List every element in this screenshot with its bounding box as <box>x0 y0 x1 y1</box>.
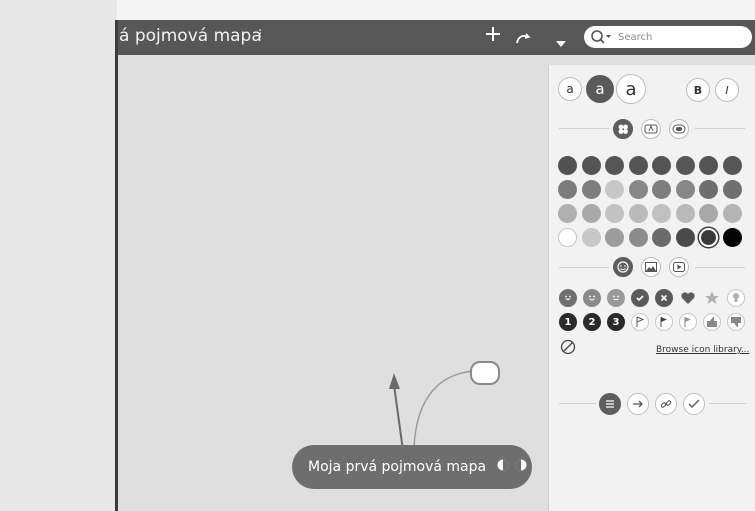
font-size-large-button[interactable]: a <box>616 74 646 104</box>
color-swatch[interactable] <box>558 156 577 175</box>
notes-tab-icon[interactable] <box>599 393 621 415</box>
half-circle-icon <box>515 445 527 489</box>
color-swatch[interactable] <box>675 156 695 175</box>
color-swatch[interactable] <box>675 180 695 199</box>
search-box[interactable] <box>584 26 752 48</box>
number-3-icon[interactable]: 3 <box>607 313 625 331</box>
color-swatch[interactable] <box>581 204 601 223</box>
arrow-head-icon <box>389 373 400 389</box>
search-input[interactable] <box>618 29 743 45</box>
connections <box>389 370 475 466</box>
root-node-label: Moja prvá pojmová mapa <box>308 459 487 475</box>
flag-outline-icon[interactable] <box>631 313 649 331</box>
color-swatch[interactable] <box>675 228 695 247</box>
bold-button[interactable]: B <box>686 78 710 102</box>
divider <box>559 128 609 129</box>
half-circle-icon <box>497 445 509 489</box>
color-swatch[interactable] <box>605 180 624 199</box>
color-swatch[interactable] <box>652 156 671 175</box>
format-panel: a a a B I 1 2 3 Browse icon library... <box>548 65 755 511</box>
color-swatch[interactable] <box>558 228 577 247</box>
video-tab-icon[interactable] <box>669 257 689 277</box>
number-1-icon[interactable]: 1 <box>559 313 577 331</box>
divider <box>559 403 596 404</box>
color-swatch[interactable] <box>652 204 671 223</box>
link-tab-icon[interactable] <box>655 393 677 415</box>
page-left-margin <box>0 0 117 511</box>
color-swatch[interactable] <box>628 156 648 175</box>
divider <box>695 267 745 268</box>
emoji-tab-icon[interactable] <box>613 257 633 277</box>
check-circle-icon[interactable] <box>631 289 649 307</box>
color-swatch[interactable] <box>675 204 695 223</box>
x-circle-icon[interactable] <box>655 289 673 307</box>
color-swatch[interactable] <box>628 228 648 247</box>
mindmap-app: á pojmová mapa ⁝ Moja prvá pojmová mapa <box>117 20 755 511</box>
map-canvas[interactable] <box>117 55 545 511</box>
add-icon[interactable] <box>484 24 502 48</box>
bulb-icon[interactable] <box>727 289 745 307</box>
root-node[interactable]: Moja prvá pojmová mapa <box>292 445 532 489</box>
star-icon[interactable] <box>703 289 721 307</box>
flag-icon[interactable] <box>655 313 673 331</box>
no-icon-icon[interactable] <box>559 338 577 356</box>
font-size-medium-button[interactable]: a <box>586 75 614 103</box>
color-swatch[interactable] <box>581 156 601 175</box>
color-swatch[interactable] <box>699 228 718 247</box>
color-swatch[interactable] <box>699 156 718 175</box>
color-swatch[interactable] <box>722 204 742 223</box>
color-swatch[interactable] <box>722 156 742 175</box>
top-toolbar: á pojmová mapa ⁝ <box>117 20 755 55</box>
color-swatch[interactable] <box>652 228 671 247</box>
color-swatch[interactable] <box>722 228 742 247</box>
color-swatch[interactable] <box>652 180 671 199</box>
app-left-border <box>115 20 118 511</box>
color-swatch[interactable] <box>699 204 718 223</box>
divider <box>695 128 745 129</box>
divider <box>709 403 746 404</box>
heart-icon[interactable] <box>679 289 697 307</box>
colors-tab-icon[interactable] <box>613 119 633 139</box>
color-swatch[interactable] <box>605 228 624 247</box>
italic-button[interactable]: I <box>715 78 739 102</box>
color-swatch[interactable] <box>605 156 624 175</box>
smile-icon[interactable] <box>583 289 601 307</box>
child-node[interactable] <box>470 361 500 385</box>
image-tab-icon[interactable] <box>641 257 661 277</box>
arrow-tab-icon[interactable] <box>627 393 649 415</box>
color-swatch[interactable] <box>628 180 648 199</box>
neutral-face-icon[interactable] <box>607 289 625 307</box>
map-title[interactable]: á pojmová mapa <box>119 26 262 46</box>
search-icon <box>590 28 611 46</box>
color-swatch[interactable] <box>605 204 624 223</box>
thumbs-up-icon[interactable] <box>703 313 721 331</box>
color-swatch[interactable] <box>558 180 577 199</box>
font-size-small-button[interactable]: a <box>558 77 582 101</box>
number-2-icon[interactable]: 2 <box>583 313 601 331</box>
fill-color-tab-icon[interactable] <box>669 119 689 139</box>
thumbs-down-icon[interactable] <box>727 313 745 331</box>
color-swatch[interactable] <box>581 180 601 199</box>
check-tab-icon[interactable] <box>683 393 705 415</box>
flag-outline-2-icon[interactable] <box>679 313 697 331</box>
dropdown-chevron-icon[interactable] <box>555 30 567 54</box>
color-swatch[interactable] <box>628 204 648 223</box>
font-color-tab-icon[interactable] <box>641 119 661 139</box>
color-swatch[interactable] <box>581 228 601 247</box>
color-swatch[interactable] <box>699 180 718 199</box>
color-swatch[interactable] <box>558 204 577 223</box>
happy-icon[interactable] <box>559 289 577 307</box>
title-menu-icon[interactable]: ⁝ <box>258 27 262 42</box>
undo-icon[interactable] <box>514 27 532 51</box>
divider <box>559 267 609 268</box>
color-swatch[interactable] <box>722 180 742 199</box>
browse-icon-library-link[interactable]: Browse icon library... <box>656 345 749 355</box>
